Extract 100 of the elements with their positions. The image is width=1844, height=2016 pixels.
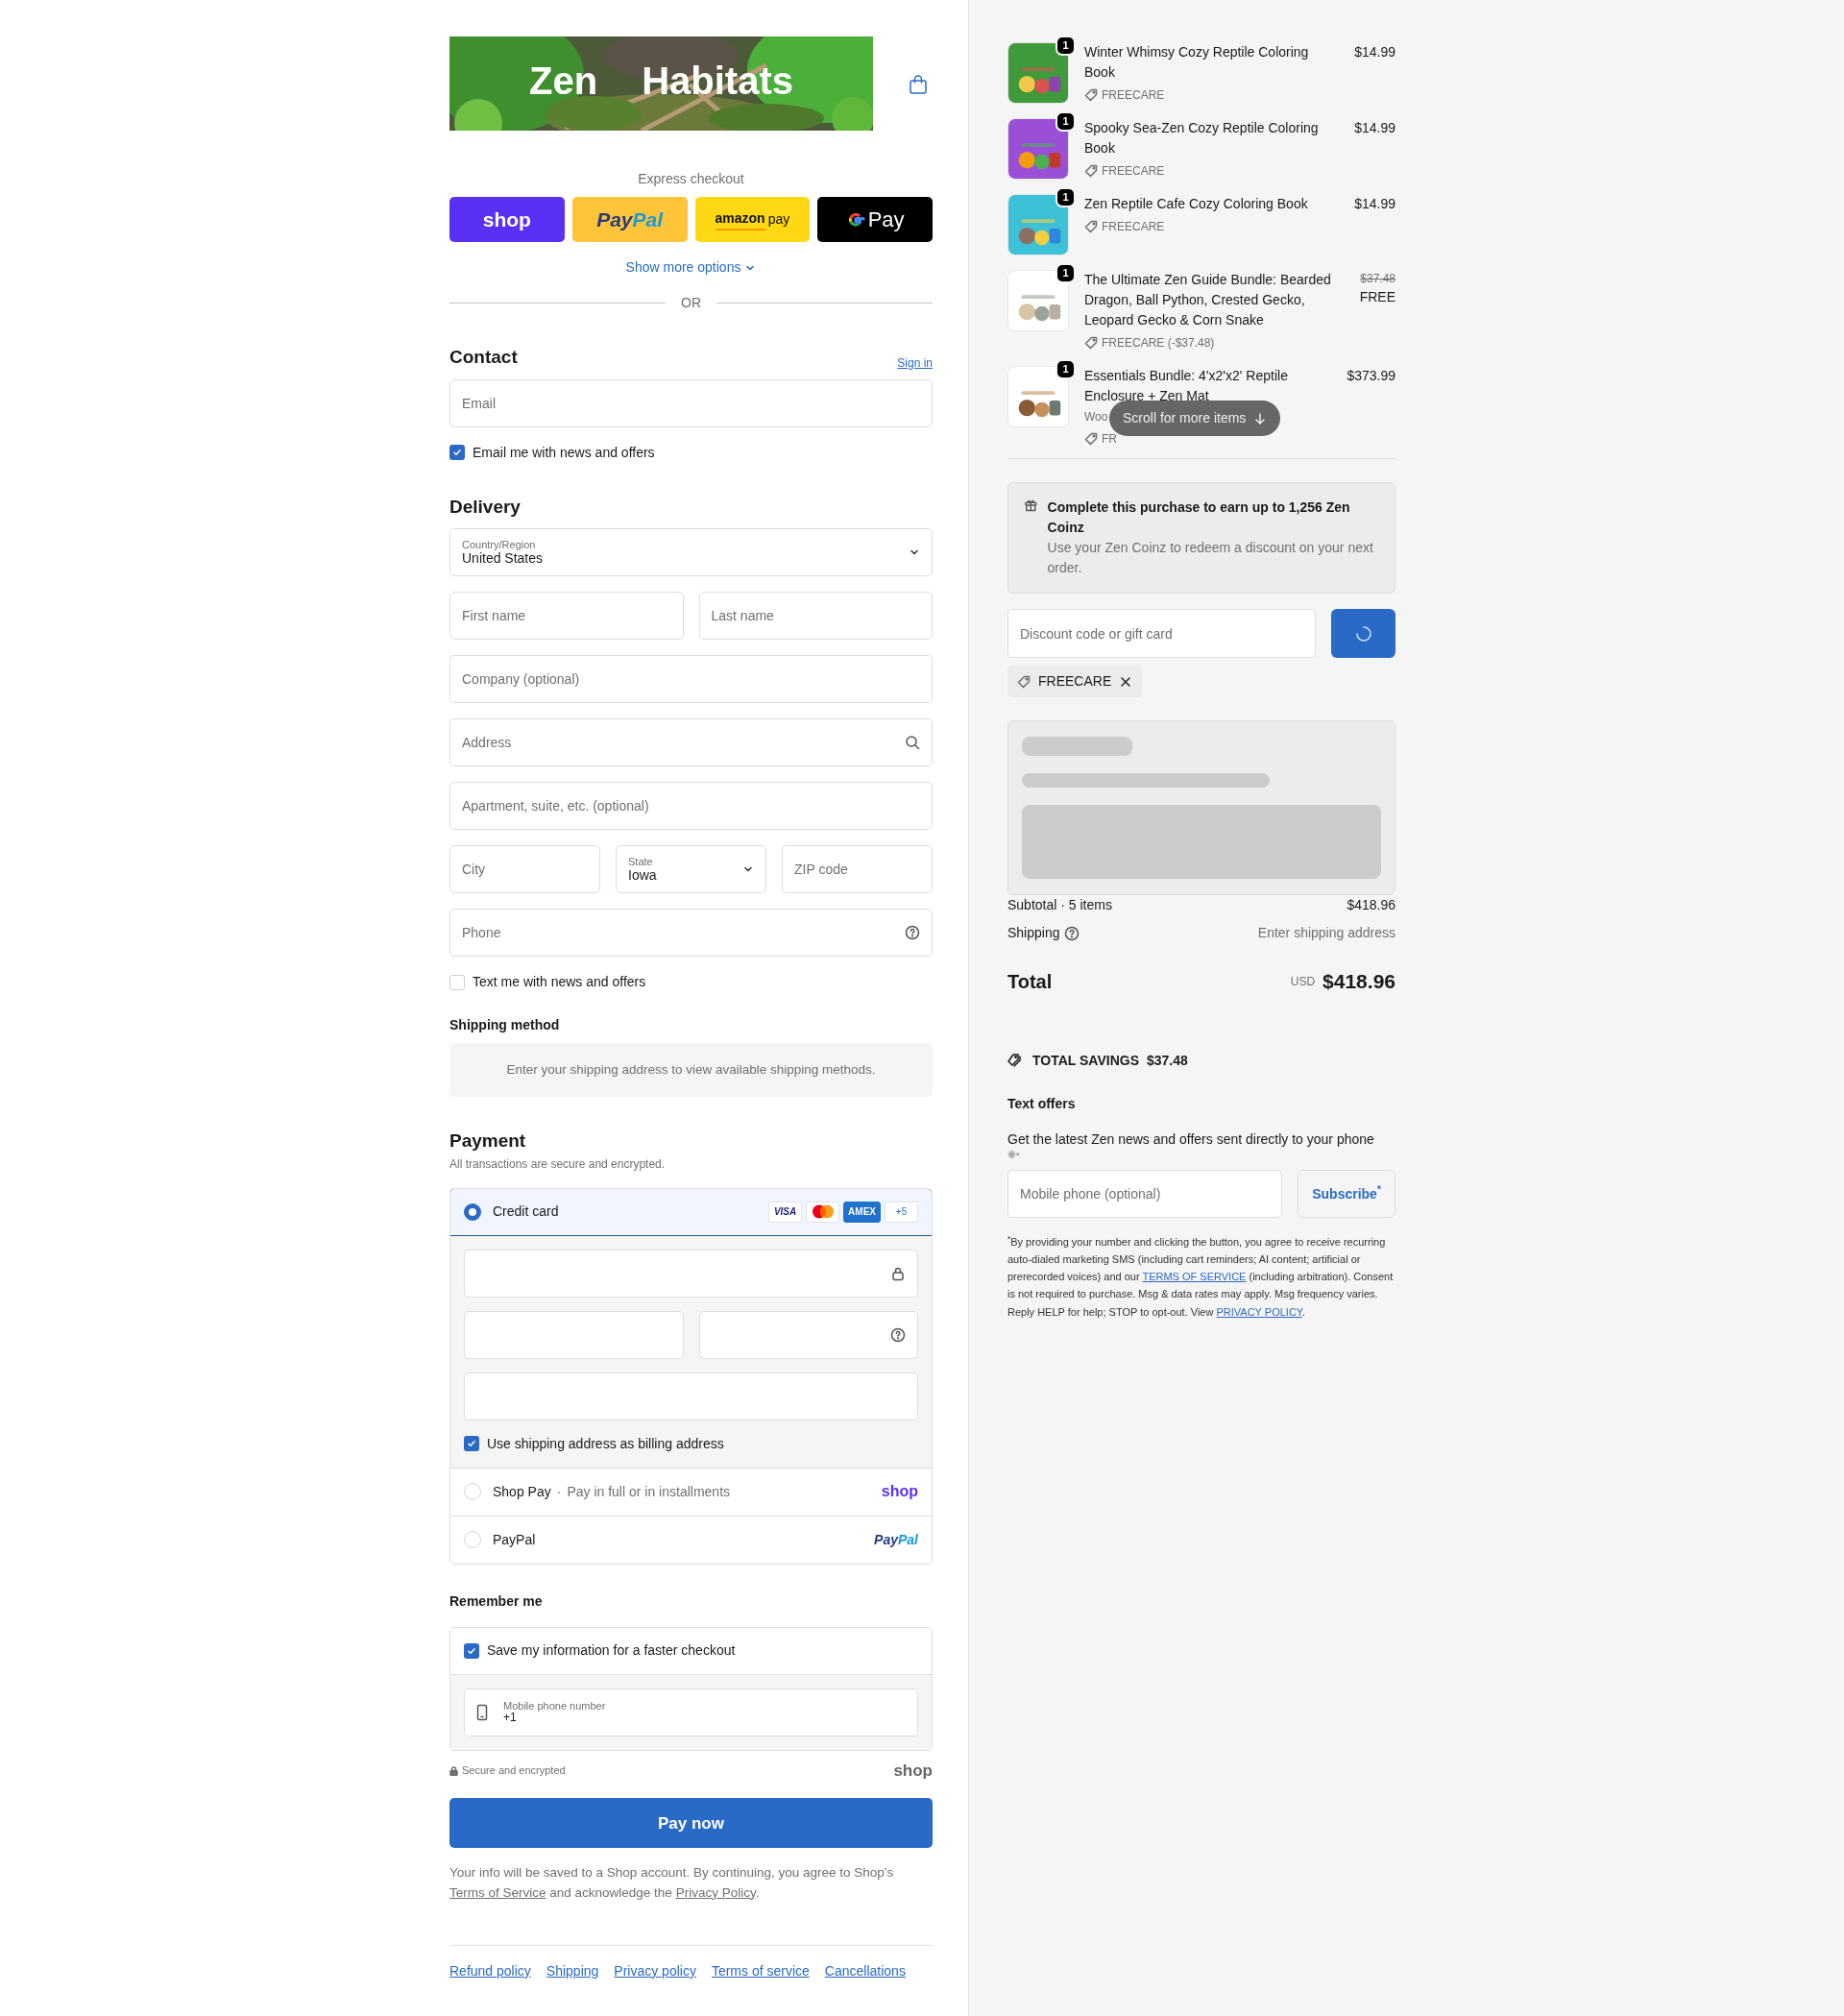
- discount-chip: FREECARE: [1007, 666, 1143, 697]
- remove-button[interactable]: [1119, 674, 1133, 689]
- payment-button[interactable]: Pay: [817, 197, 933, 242]
- checkbox[interactable]: [449, 445, 465, 460]
- sign-in-link[interactable]: Sign in: [897, 353, 933, 372]
- card-brand-logo: AMEX: [843, 1201, 881, 1223]
- lock-icon: [890, 1265, 906, 1281]
- subscribe-button[interactable]: Subscribe$^{*}$: [1298, 1170, 1395, 1218]
- product-price: $14.99: [1354, 195, 1395, 213]
- help-icon: [1063, 925, 1080, 941]
- secure-text: Secure and encrypted: [462, 1763, 566, 1779]
- check-icon: [452, 448, 462, 457]
- product-title: The Ultimate Zen Guide Bundle: Bearded Dragon, Ball Python, Crested Gecko, Leopard Gecko & Corn Snake: [1084, 271, 1332, 329]
- checkbox[interactable]: [464, 1642, 479, 1659]
- product-title: Winter Whimsy Cozy Reptile Coloring Book: [1084, 43, 1310, 82]
- pay-now-button[interactable]: Pay now: [449, 1798, 933, 1849]
- quantity-badge: 1: [1055, 36, 1076, 56]
- footer-link[interactable]: Refund policy: [449, 1960, 531, 1981]
- currency-code: USD: [1290, 973, 1316, 990]
- checkbox-label: Text me with news and offers: [473, 973, 646, 991]
- payment-option[interactable]: Credit card VISA AMEX +5: [450, 1188, 932, 1236]
- divider-text: OR: [681, 294, 701, 312]
- summary-label: Subtotal · 5 items: [1007, 896, 1112, 914]
- select-field[interactable]: State Iowa: [616, 845, 766, 893]
- logo-text: Habitats: [642, 59, 793, 104]
- tag-icon: [1084, 336, 1098, 350]
- footer-link[interactable]: Privacy policy: [614, 1960, 696, 1981]
- separator-dot: ·: [556, 1482, 562, 1501]
- phone-field[interactable]: Mobile phone number +1: [464, 1688, 918, 1737]
- tag-icon: [1084, 164, 1098, 178]
- input-field[interactable]: First name: [450, 593, 683, 639]
- select-field[interactable]: Country/Region United States: [449, 528, 933, 576]
- disclaimer-text: $^{*}$By providing your number and clicking the button, you agree to receive recurring auto-dialed marketing SMS (including cart reminders; AI content; artificial or prerecorded voices) and our TERMS OF SERVICE (including arbitration). Consent is not required to purchase. Msg & data rates may apply. Msg frequency varies. Reply HELP for help; STOP to opt-out. View PRIVACY POLICY.: [1007, 1233, 1395, 1320]
- check-icon: [467, 1645, 476, 1656]
- section-label: Express checkout: [637, 170, 745, 188]
- input-field[interactable]: Address: [450, 719, 932, 765]
- rewards-title: Complete this purchase to earn up to 1,256 Zen Coinz: [1047, 498, 1351, 537]
- product-price: $14.99: [1354, 43, 1395, 61]
- discount-tag: FREECARE: [1102, 86, 1165, 104]
- product-price: FREE: [1359, 288, 1395, 306]
- payment-option[interactable]: PayPal PayPal: [450, 1515, 932, 1564]
- search-icon: [905, 735, 920, 750]
- radio-button[interactable]: [464, 1202, 481, 1221]
- payment-button[interactable]: shop: [449, 197, 565, 242]
- tag-icon: [1084, 432, 1098, 446]
- input-field[interactable]: Discount code or gift card: [1008, 610, 1315, 657]
- summary-label: Shipping: [1007, 924, 1060, 942]
- quantity-badge: 1: [1055, 111, 1076, 132]
- shipping-notice: Enter your shipping address to view available shipping methods.: [449, 1043, 933, 1098]
- gift-icon: [1024, 498, 1038, 513]
- link[interactable]: Privacy Policy: [675, 1884, 756, 1900]
- input-field[interactable]: Phone: [450, 910, 932, 956]
- tag-icon: [1084, 88, 1098, 102]
- savings-amount: $37.48: [1147, 1051, 1188, 1070]
- apply-button[interactable]: [1331, 609, 1395, 658]
- section-subtitle: All transactions are secure and encrypted.: [449, 1155, 667, 1173]
- product-variant: Woo: [1084, 409, 1108, 425]
- input-field[interactable]: Company (optional): [450, 656, 932, 702]
- checkbox[interactable]: [449, 974, 465, 990]
- link[interactable]: Terms of Service: [449, 1884, 546, 1900]
- spinner-icon: [1353, 623, 1373, 644]
- payment-button[interactable]: amazon pay: [694, 197, 811, 242]
- logo-text: Zen: [529, 59, 598, 104]
- link[interactable]: TERMS OF SERVICE: [1142, 1271, 1247, 1283]
- section-title: Shipping method: [449, 1016, 561, 1034]
- input-field[interactable]: Email: [450, 379, 932, 426]
- product-price: $14.99: [1354, 119, 1395, 137]
- payment-option[interactable]: Shop Pay · Pay in full or in installments shop: [450, 1467, 932, 1516]
- section-title: Contact: [449, 346, 518, 369]
- checkbox-label: Email me with news and offers: [473, 443, 655, 462]
- section-title: Payment: [449, 1129, 527, 1154]
- input-field[interactable]: Apartment, suite, etc. (optional): [450, 783, 932, 829]
- rewards-text: Use your Zen Coinz to redeem a discount on your next order.: [1047, 539, 1374, 577]
- checkbox[interactable]: [464, 1436, 479, 1452]
- input-field[interactable]: Last name: [699, 593, 932, 639]
- card-brand-logo: VISA: [768, 1201, 803, 1223]
- summary-value: Enter shipping address: [1257, 924, 1395, 942]
- shop-logo: shop: [893, 1760, 933, 1782]
- product-title: Spooky Sea-Zen Cozy Reptile Coloring Book: [1084, 119, 1320, 158]
- phone-icon: [476, 1703, 488, 1721]
- show-more-link[interactable]: Show more options: [625, 257, 757, 278]
- footer-link[interactable]: Cancellations: [824, 1960, 906, 1981]
- payment-button[interactable]: PayPal: [571, 197, 688, 242]
- footer-link[interactable]: Terms of service: [711, 1960, 810, 1981]
- link[interactable]: PRIVACY POLICY: [1216, 1305, 1302, 1318]
- total-label: Total: [1007, 969, 1053, 994]
- section-title: Text offers: [1007, 1094, 1077, 1113]
- help-icon: [905, 925, 920, 940]
- total-amount: $418.96: [1322, 969, 1395, 994]
- section-title: Remember me: [449, 1591, 544, 1611]
- sparkle-icon: [1007, 1149, 1016, 1159]
- input-field[interactable]: Mobile phone (optional): [1008, 1171, 1282, 1217]
- check-icon: [467, 1439, 476, 1449]
- payment-note: Pay in full or in installments: [567, 1482, 731, 1501]
- discount-tag: FREECARE: [1102, 218, 1165, 235]
- tag-icon: [1084, 220, 1098, 233]
- checkbox-label: Use shipping address as billing address: [487, 1434, 724, 1453]
- input-field[interactable]: ZIP code: [783, 846, 932, 892]
- input-field[interactable]: City: [450, 846, 599, 892]
- footer-link[interactable]: Shipping: [546, 1960, 599, 1981]
